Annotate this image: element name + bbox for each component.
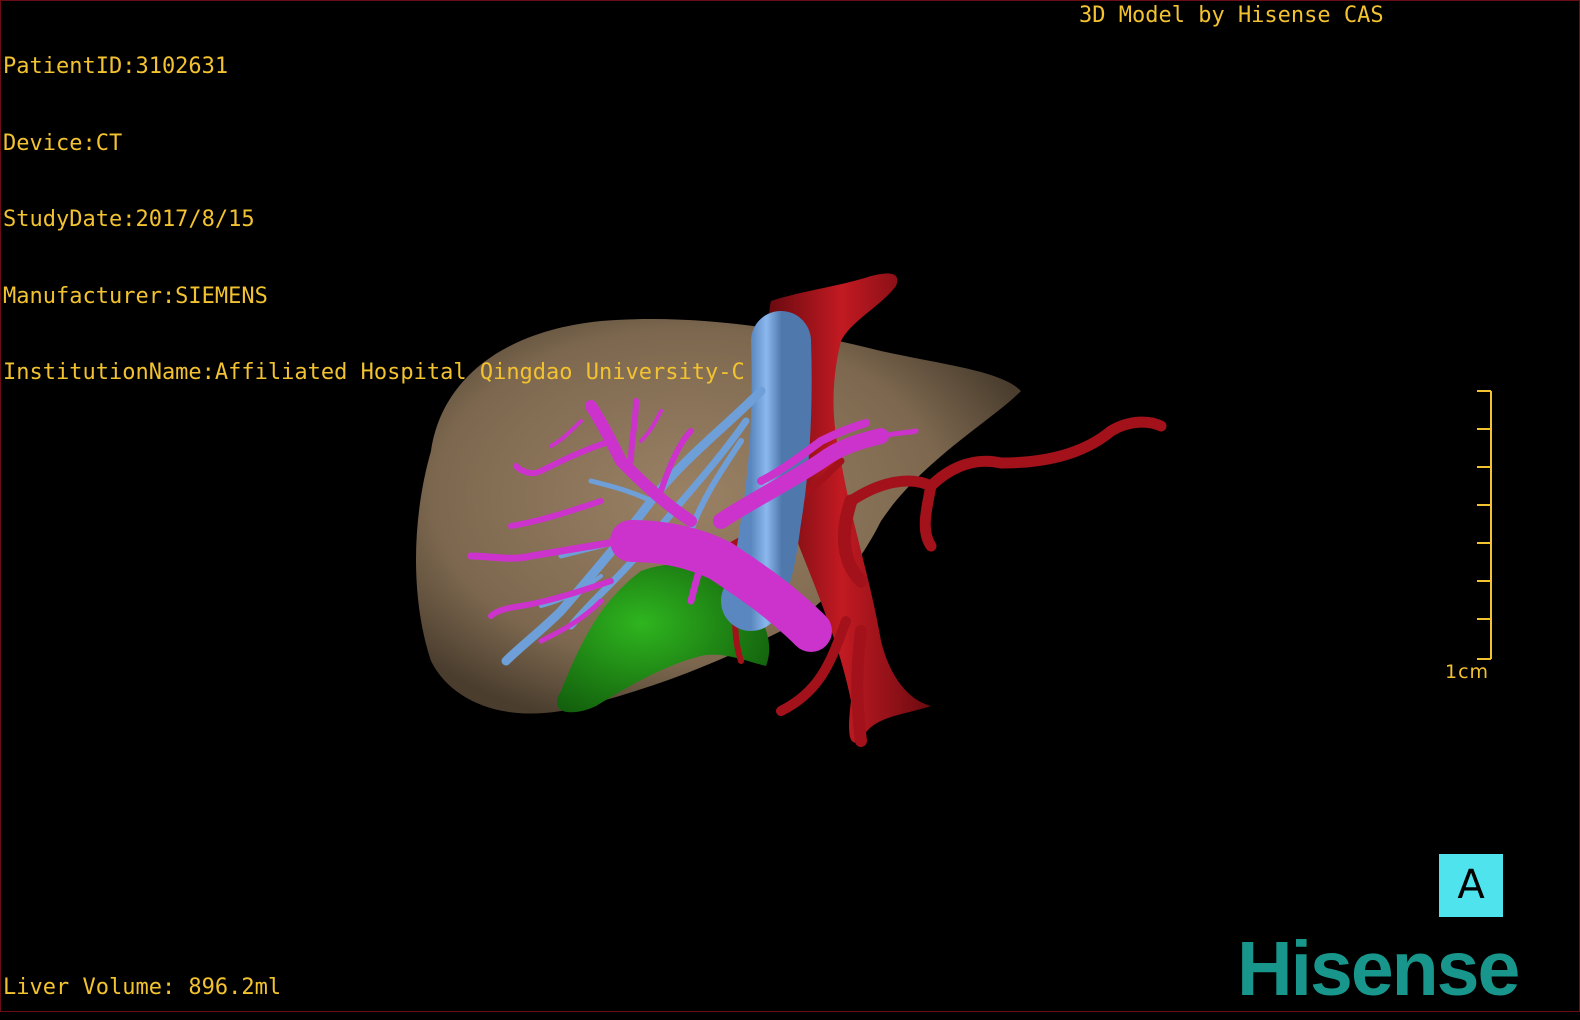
- scale-label: 1cm: [1445, 661, 1490, 683]
- scale-bar: [1477, 390, 1492, 660]
- manufacturer: Manufacturer:SIEMENS: [3, 283, 268, 309]
- study-date: StudyDate:2017/8/15: [3, 207, 255, 232]
- institution-name: InstitutionName:Affiliated Hospital Qing…: [3, 360, 745, 385]
- patient-info: PatientID:3102631 Device:CT StudyDate:20…: [3, 3, 745, 437]
- model-credit: 3D Model by Hisense CAS: [1079, 3, 1384, 28]
- device: Device:CT: [3, 130, 123, 156]
- 3d-viewport[interactable]: PatientID:3102631 Device:CT StudyDate:20…: [0, 0, 1580, 1012]
- liver-volume: Liver Volume: 896.2ml: [3, 975, 282, 1000]
- patient-id: PatientID:3102631: [3, 54, 229, 79]
- orientation-indicator[interactable]: A: [1439, 854, 1503, 917]
- hisense-logo: Hisense: [1237, 926, 1520, 1012]
